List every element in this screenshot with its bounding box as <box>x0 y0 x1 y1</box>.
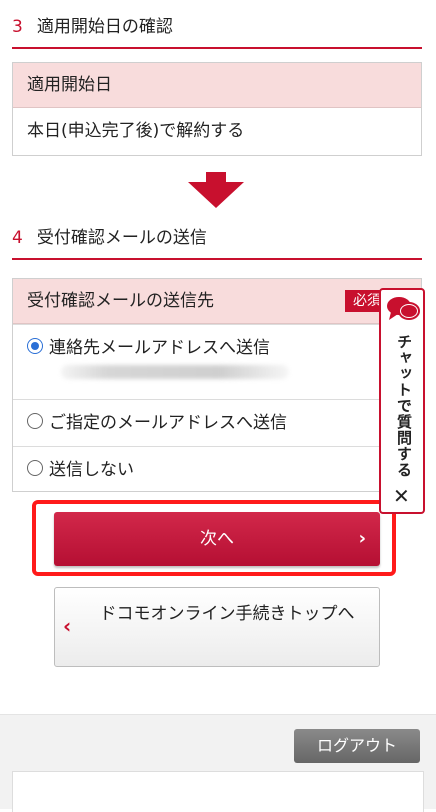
option-contact-email[interactable]: 連絡先メールアドレスへ送信 <box>13 324 421 399</box>
radio-contact-email[interactable] <box>27 338 43 354</box>
mail-destination-box: 受付確認メールの送信先 必須 連絡先メールアドレスへ送信 ご指定のメールアドレス… <box>12 278 422 492</box>
logout-button[interactable]: ログアウト <box>294 729 420 763</box>
mail-destination-label-row: 受付確認メールの送信先 必須 <box>13 279 421 324</box>
chat-label: チャットで質問する <box>395 334 413 478</box>
option-no-send[interactable]: 送信しない <box>13 446 421 493</box>
radio-no-send[interactable] <box>27 460 43 476</box>
section-3-heading: 3 適用開始日の確認 <box>12 16 422 49</box>
option-specified-email[interactable]: ご指定のメールアドレスへ送信 <box>13 399 421 446</box>
section-4-heading: 4 受付確認メールの送信 <box>12 227 422 260</box>
start-date-box: 適用開始日 本日(申込完了後)で解約する <box>12 62 422 156</box>
down-arrow-icon <box>188 172 244 208</box>
mail-destination-label: 受付確認メールの送信先 <box>27 291 214 311</box>
masked-email-address <box>61 365 289 379</box>
start-date-value: 本日(申込完了後)で解約する <box>27 121 245 141</box>
close-icon[interactable]: ✕ <box>393 484 410 508</box>
option-contact-email-label: 連絡先メールアドレスへ送信 <box>49 338 270 358</box>
footer: ログアウト <box>0 714 436 812</box>
docomo-online-top-label: ドコモオンライン手続きトップへ <box>99 604 355 624</box>
chat-widget[interactable]: チャットで質問する ✕ <box>379 288 425 514</box>
section-3-number: 3 <box>12 17 23 37</box>
footer-strip <box>12 771 424 812</box>
section-3-title: 適用開始日の確認 <box>36 17 173 37</box>
chat-bubble-icon <box>387 297 420 320</box>
section-4-title: 受付確認メールの送信 <box>36 228 207 248</box>
radio-specified-email[interactable] <box>27 413 43 429</box>
red-highlight-frame <box>32 500 396 576</box>
docomo-online-top-button[interactable]: ‹ ドコモオンライン手続きトップへ <box>54 587 380 667</box>
option-specified-email-label: ご指定のメールアドレスへ送信 <box>49 413 287 433</box>
chevron-left-icon: ‹ <box>63 614 72 638</box>
start-date-label: 適用開始日 <box>13 63 421 108</box>
option-no-send-label: 送信しない <box>49 460 134 480</box>
section-4-number: 4 <box>12 228 23 248</box>
